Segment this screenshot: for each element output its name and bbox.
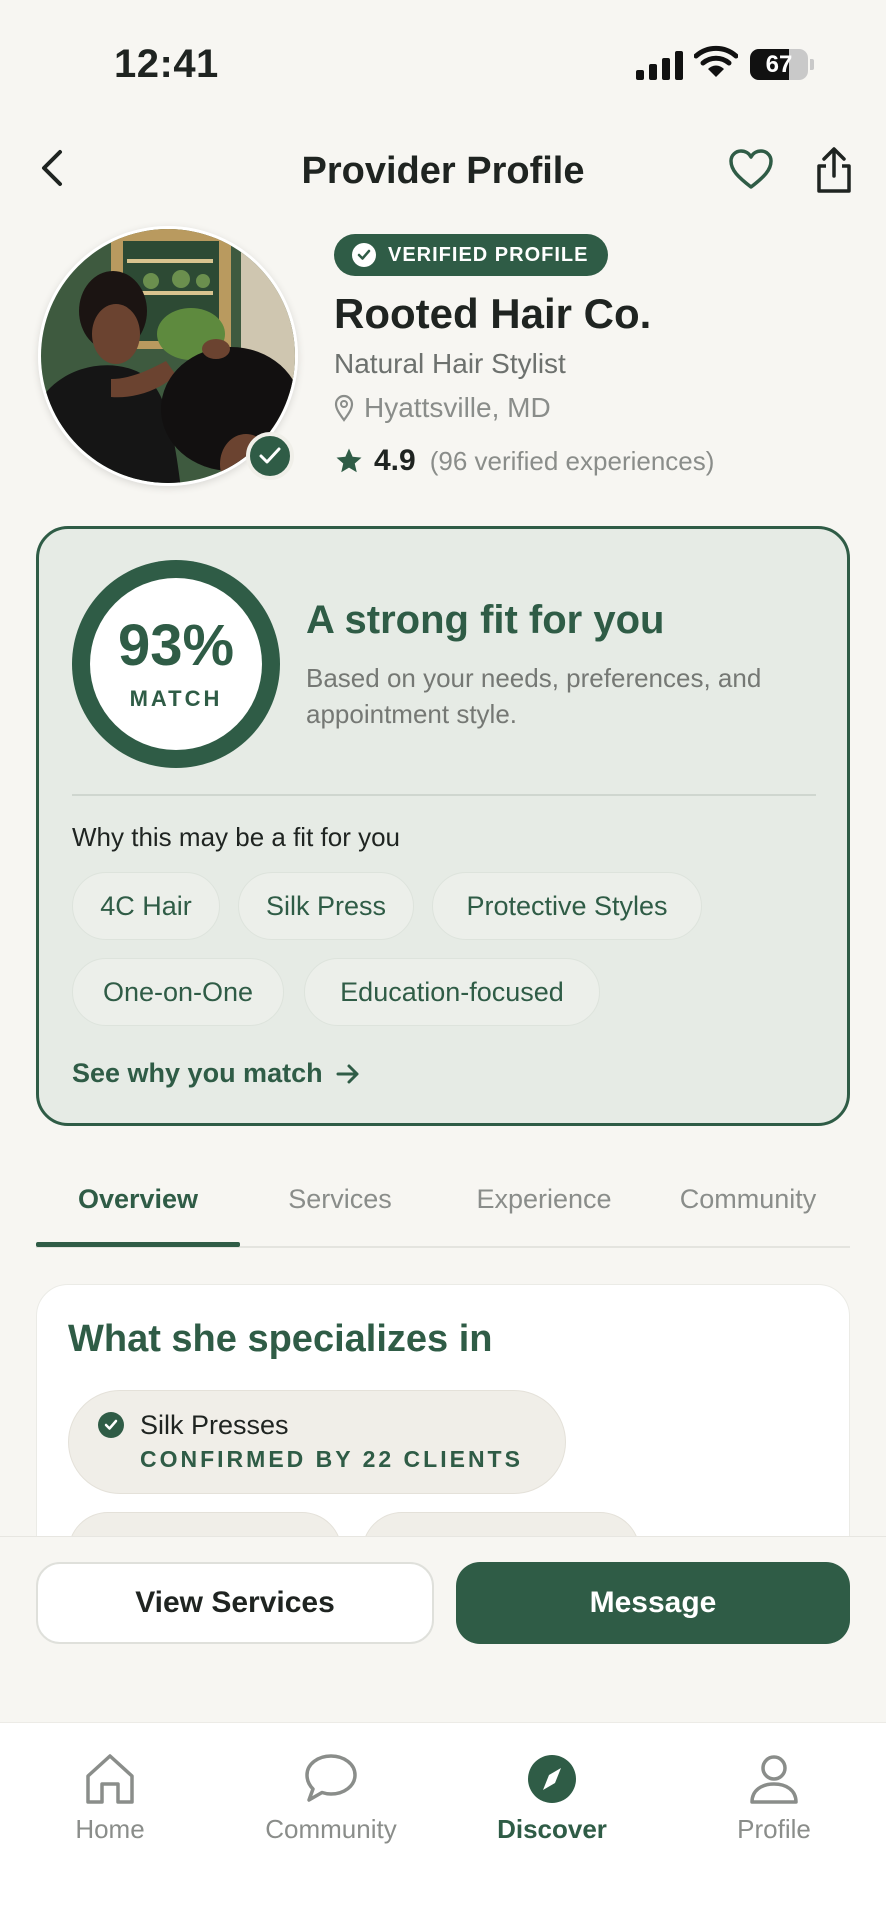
- check-circle-icon: [98, 1412, 124, 1438]
- nav-home-label: Home: [75, 1814, 145, 1844]
- share-button[interactable]: [812, 146, 856, 199]
- tab-experience[interactable]: Experience: [444, 1184, 644, 1215]
- see-why-link[interactable]: See why you match: [72, 1058, 361, 1089]
- tab-services[interactable]: Services: [240, 1184, 440, 1215]
- see-why-label: See why you match: [72, 1058, 323, 1088]
- specialty-name: Silk Presses: [140, 1410, 289, 1440]
- location-pin-icon: [334, 394, 354, 422]
- nav-profile-label: Profile: [737, 1814, 811, 1844]
- verified-profile-badge: VERIFIED PROFILE: [334, 234, 609, 276]
- person-icon: [750, 1755, 798, 1804]
- provider-rating[interactable]: 4.9 (96 verified experiences): [334, 444, 714, 478]
- wifi-icon: [693, 44, 739, 83]
- specializes-title: What she specializes in: [68, 1318, 493, 1360]
- fit-chip[interactable]: 4C Hair: [72, 872, 220, 940]
- nav-discover-label: Discover: [497, 1814, 607, 1844]
- tab-community[interactable]: Community: [648, 1184, 848, 1215]
- verified-badge-icon: [246, 432, 294, 480]
- verified-label: VERIFIED PROFILE: [388, 243, 589, 266]
- why-fit-title: Why this may be a fit for you: [72, 822, 401, 852]
- match-description: Based on your needs, preferences, and ap…: [306, 663, 762, 729]
- match-heading: A strong fit for you: [306, 598, 665, 642]
- divider: [72, 794, 816, 796]
- nav-community-label: Community: [265, 1814, 397, 1844]
- rating-count: (96 verified experiences): [429, 445, 715, 476]
- status-time: 12:41: [114, 42, 219, 86]
- compass-icon: [528, 1755, 576, 1803]
- provider-name: Rooted Hair Co.: [334, 290, 652, 337]
- active-tab-indicator: [36, 1242, 240, 1247]
- fit-chip[interactable]: Protective Styles: [432, 872, 702, 940]
- message-button[interactable]: Message: [456, 1562, 850, 1644]
- battery-level: 67: [765, 50, 793, 78]
- rating-value: 4.9: [374, 444, 416, 477]
- cellular-signal-icon: [636, 50, 683, 80]
- provider-role: Natural Hair Stylist: [334, 348, 566, 379]
- fit-chip[interactable]: Silk Press: [238, 872, 414, 940]
- nav-community[interactable]: Community: [221, 1752, 441, 1845]
- specialty-confirmation: CONFIRMED BY 22 CLIENTS: [140, 1446, 523, 1472]
- match-percent: 93%: [117, 613, 235, 678]
- nav-profile[interactable]: Profile: [664, 1752, 884, 1845]
- favorite-button[interactable]: [728, 148, 774, 195]
- fit-chip[interactable]: One-on-One: [72, 958, 284, 1026]
- star-icon: [336, 448, 362, 473]
- heart-icon: [729, 149, 773, 189]
- fit-chip[interactable]: Education-focused: [304, 958, 600, 1026]
- nav-home[interactable]: Home: [0, 1752, 220, 1845]
- check-circle-icon: [352, 243, 376, 267]
- chat-bubble-icon: [305, 1754, 357, 1802]
- battery-icon: 67: [750, 49, 808, 80]
- home-icon: [86, 1754, 134, 1804]
- battery-cap: [810, 59, 814, 70]
- nav-discover[interactable]: Discover: [442, 1752, 662, 1845]
- location-text: Hyattsville, MD: [364, 392, 551, 423]
- share-icon: [817, 147, 851, 193]
- match-label: MATCH: [129, 686, 223, 711]
- specialty-item[interactable]: [68, 1390, 566, 1494]
- arrow-right-icon: [336, 1064, 359, 1083]
- view-services-button[interactable]: View Services: [36, 1562, 434, 1644]
- tab-overview[interactable]: Overview: [36, 1184, 240, 1215]
- provider-location: Hyattsville, MD: [334, 392, 551, 424]
